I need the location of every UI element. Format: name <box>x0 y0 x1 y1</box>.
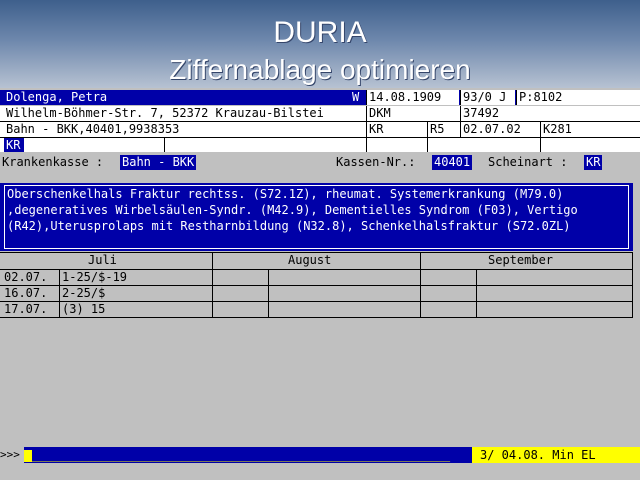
insurance-code: DKM <box>366 106 460 121</box>
diagnosis-text[interactable]: Oberschenkelhals Fraktur rechtss. (S72.1… <box>4 185 629 249</box>
command-line: >>> ____________________________________… <box>0 447 640 463</box>
entry-code[interactable]: 1-25/$-19 <box>62 270 127 285</box>
valid-date: 02.07.02 <box>460 122 540 137</box>
divider <box>366 138 369 152</box>
k-code: K281 <box>540 122 640 137</box>
scheinart-field[interactable]: KR <box>584 155 603 170</box>
divider <box>427 138 430 152</box>
entry-code[interactable]: 2-25/$ <box>62 286 105 301</box>
grid-line <box>420 252 421 318</box>
patient-header-bar: Dolenga, Petra W 14.08.1909 93/0 J P:810… <box>0 90 640 105</box>
patient-age: 93/0 J <box>460 90 515 105</box>
divider <box>540 138 543 152</box>
krankenkasse-field[interactable]: Bahn - BKK <box>120 155 197 170</box>
status-kr: KR <box>366 122 426 137</box>
grid-line <box>632 252 633 318</box>
command-input[interactable]: ________________________________________… <box>32 447 472 463</box>
month-august: August <box>288 253 332 267</box>
entry-date[interactable]: 16.07. <box>4 286 47 301</box>
kr-marker: KR <box>4 138 24 152</box>
patient-kasse-row: Bahn - BKK,40401,9938353 KR R5 02.07.02 … <box>0 122 640 138</box>
app-title: DURIA <box>273 16 367 49</box>
patient-address-row: Wilhelm-Böhmer-Str. 7, 52372 Krauzau-Bil… <box>0 106 640 122</box>
grid-line <box>268 269 269 318</box>
entry-date[interactable]: 17.07. <box>4 302 47 317</box>
patient-address: Wilhelm-Böhmer-Str. 7, 52372 Krauzau-Bil… <box>6 106 324 120</box>
month-july: Juli <box>88 253 117 267</box>
month-september: September <box>488 253 554 267</box>
patient-birthdate: 14.08.1909 <box>366 90 459 105</box>
patient-sex: W <box>352 90 360 104</box>
divider <box>164 138 167 152</box>
status-indicator: 3/ 04.08. Min EL <box>472 447 640 463</box>
diagnosis-panel: Oberschenkelhals Fraktur rechtss. (S72.1… <box>0 183 633 251</box>
kassen-nr-field[interactable]: 40401 <box>432 155 473 170</box>
kasse-info: Bahn - BKK,40401,9938353 <box>6 122 180 136</box>
patient-number: P:8102 <box>516 90 640 105</box>
insurance-number: 37492 <box>460 106 640 121</box>
kassen-nr-label: Kassen-Nr.: <box>336 155 416 169</box>
entry-code[interactable]: (3) 15 <box>62 302 105 317</box>
entry-grid: Juli August September 02.07. 1-25/$-19 1… <box>0 252 633 318</box>
text-cursor <box>24 450 32 462</box>
title-banner: DURIA Ziffernablage optimieren <box>0 0 640 88</box>
screen-title: Ziffernablage optimieren <box>169 54 471 85</box>
krankenkasse-label: Krankenkasse : <box>2 155 104 169</box>
status-r5: R5 <box>427 122 460 137</box>
grid-line <box>476 269 477 318</box>
entry-date[interactable]: 02.07. <box>4 270 47 285</box>
scheinart-label: Scheinart : <box>488 155 568 169</box>
grid-line <box>59 269 60 318</box>
patient-extra-row: KR <box>0 138 640 152</box>
command-prompt: >>> <box>0 447 24 463</box>
patient-name[interactable]: Dolenga, Petra <box>4 90 344 105</box>
grid-line <box>212 252 213 318</box>
grid-line <box>0 317 633 318</box>
